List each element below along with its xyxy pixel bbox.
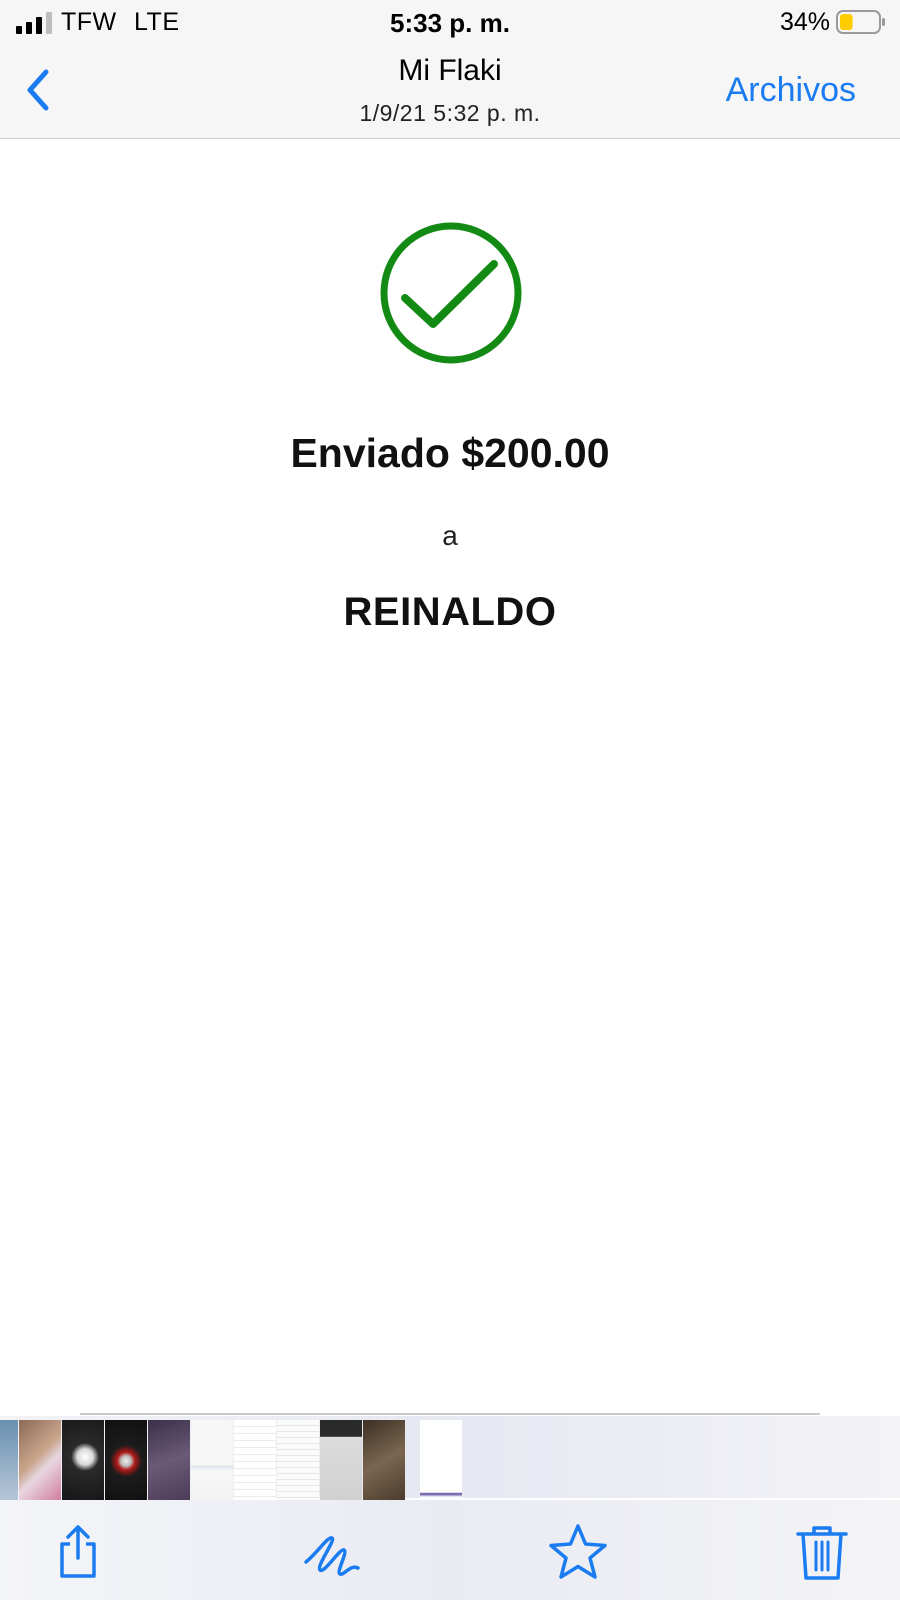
- sent-amount-text: Enviado $200.00: [290, 430, 610, 476]
- scroll-indicator: [80, 1413, 820, 1415]
- bottom-toolbar: [0, 1500, 900, 1600]
- connector-text: a: [442, 520, 458, 551]
- thumbnail[interactable]: [320, 1420, 362, 1502]
- thumbnail[interactable]: [62, 1420, 104, 1502]
- trash-icon[interactable]: [792, 1522, 852, 1582]
- thumbnail[interactable]: [363, 1420, 405, 1502]
- battery-percent: 34%: [779, 8, 830, 36]
- favorite-star-icon[interactable]: [548, 1522, 608, 1582]
- thumbnail[interactable]: [191, 1420, 233, 1502]
- checkmark-circle-icon: [380, 222, 522, 364]
- thumbnail[interactable]: [0, 1420, 18, 1502]
- thumbnail[interactable]: [105, 1420, 147, 1502]
- thumbnail[interactable]: [19, 1420, 61, 1502]
- thumbnail[interactable]: [234, 1420, 276, 1502]
- thumbnail-selected[interactable]: [420, 1420, 462, 1502]
- status-bar: TFW LTE 5:33 p. m. 34%: [0, 0, 900, 44]
- share-icon[interactable]: [48, 1522, 108, 1582]
- thumbnail[interactable]: [277, 1420, 319, 1502]
- thumbnail[interactable]: [148, 1420, 190, 1502]
- battery-icon: [836, 10, 885, 34]
- status-time: 5:33 p. m.: [390, 8, 510, 38]
- markup-icon[interactable]: [302, 1522, 362, 1582]
- recipient-name: REINALDO: [343, 590, 557, 634]
- thumbnail-strip[interactable]: [0, 1416, 900, 1502]
- archivos-button[interactable]: Archivos: [726, 71, 856, 110]
- nav-bar: Mi Flaki 1/9/21 5:32 p. m. Archivos: [0, 44, 900, 139]
